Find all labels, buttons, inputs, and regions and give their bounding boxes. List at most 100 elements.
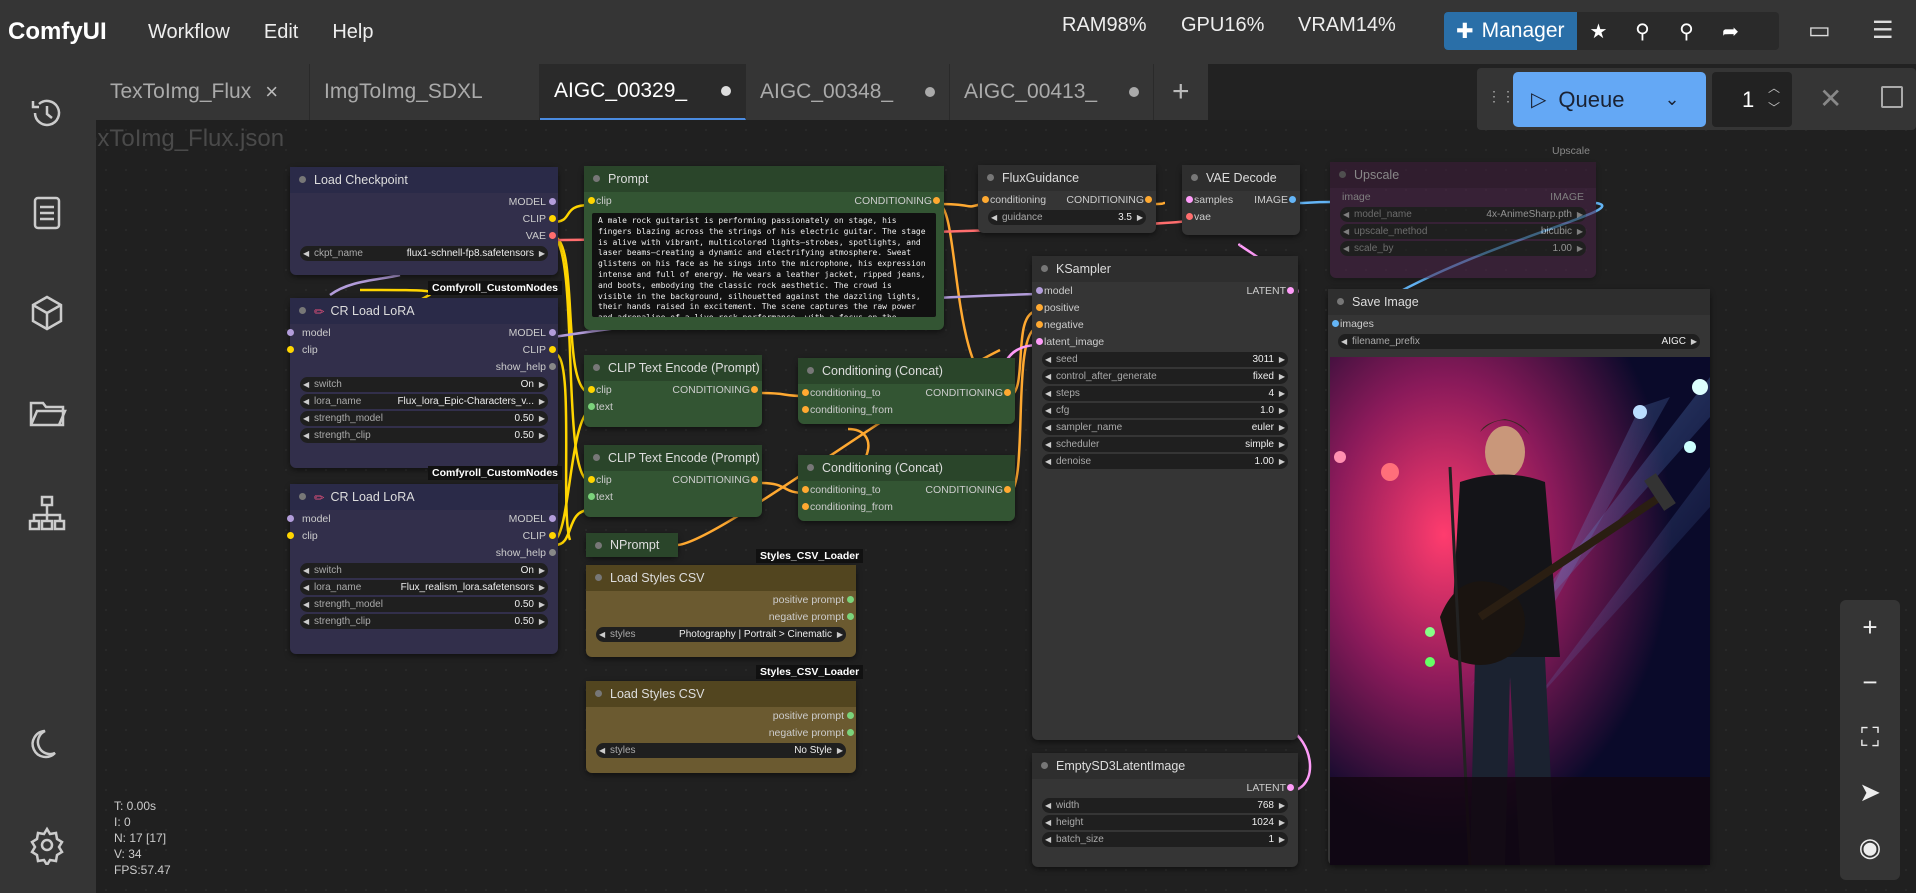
- tab-aigc-00413[interactable]: AIGC_00413_: [950, 64, 1154, 120]
- denoise-widget[interactable]: denoise1.00: [1042, 454, 1288, 469]
- zoom-in-icon[interactable]: +: [1840, 600, 1900, 655]
- node-title[interactable]: Upscale: [1330, 162, 1596, 188]
- styles-widget[interactable]: stylesNo Style: [596, 743, 846, 758]
- node-cr-load-lora[interactable]: ✏ CR Load LoRA model MODEL clip CLIP show_h…: [287, 298, 558, 468]
- node-title[interactable]: ✏ CR Load LoRA: [290, 298, 558, 324]
- guidance-widget[interactable]: guidance3.5: [988, 210, 1146, 225]
- image-preview[interactable]: [1330, 357, 1710, 865]
- node-title[interactable]: FluxGuidance: [978, 165, 1156, 191]
- node-title[interactable]: Save Image: [1328, 289, 1710, 315]
- tab-imgtoimg-sdxl[interactable]: ImgToImg_SDXL: [310, 64, 540, 120]
- stop-icon[interactable]: [1881, 86, 1903, 108]
- close-icon[interactable]: ✕: [1819, 82, 1842, 115]
- lora-name-widget[interactable]: lora_nameFlux_lora_Epic-Characters_v...: [300, 394, 548, 409]
- tab-aigc-00348[interactable]: AIGC_00348_: [746, 64, 950, 120]
- ckpt-name-widget[interactable]: ckpt_nameflux1-schnell-fp8.safetensors: [300, 246, 548, 261]
- tab-aigc-00329[interactable]: AIGC_00329_: [540, 64, 746, 120]
- node-title[interactable]: CLIP Text Encode (Prompt): [584, 445, 762, 471]
- node-title[interactable]: Load Styles CSV: [586, 565, 856, 591]
- gpu-stat: GPU16%: [1181, 14, 1265, 36]
- styles-widget[interactable]: stylesPhotography | Portrait > Cinematic: [596, 627, 846, 642]
- switch-widget[interactable]: switchOn: [300, 377, 548, 392]
- eye-icon[interactable]: ◉: [1840, 820, 1900, 875]
- menu-workflow[interactable]: Workflow: [148, 21, 230, 44]
- node-title[interactable]: Load Styles CSV: [586, 681, 856, 707]
- menu-edit[interactable]: Edit: [264, 21, 298, 44]
- tab-textoimg-flux[interactable]: TexToImg_Flux ×: [96, 64, 310, 120]
- seed-widget[interactable]: seed3011: [1042, 352, 1288, 367]
- node-title[interactable]: Load Checkpoint: [290, 167, 558, 193]
- node-flux-guidance[interactable]: FluxGuidance conditioningCONDITIONING gu…: [978, 165, 1156, 233]
- node-title[interactable]: KSampler: [1032, 256, 1298, 282]
- node-title[interactable]: VAE Decode: [1182, 165, 1300, 191]
- stepper-icon[interactable]: ︿ ﹀: [1768, 78, 1780, 118]
- scale-by-widget[interactable]: scale_by1.00: [1340, 241, 1586, 256]
- node-cr-load-lora[interactable]: ✏ CR Load LoRA model MODEL clip CLIP show_h…: [287, 484, 558, 654]
- node-title[interactable]: CLIP Text Encode (Prompt): [584, 355, 762, 381]
- unsaved-dot-icon: [1129, 87, 1139, 97]
- width-widget[interactable]: width768: [1042, 798, 1288, 813]
- sampler-name-widget[interactable]: sampler_nameeuler: [1042, 420, 1288, 435]
- chevron-down-icon[interactable]: ⌄: [1664, 89, 1679, 110]
- node-title[interactable]: NPrompt: [586, 533, 678, 557]
- left-sidebar: [0, 64, 96, 893]
- star-icon[interactable]: ★: [1577, 12, 1621, 50]
- strength-model-widget[interactable]: strength_model0.50: [300, 411, 548, 426]
- add-tab-button[interactable]: +: [1154, 64, 1208, 120]
- switch-widget[interactable]: switchOn: [300, 563, 548, 578]
- node-conditioning-concat[interactable]: Conditioning (Concat) conditioning_to CON…: [798, 455, 1015, 521]
- node-conditioning-concat[interactable]: Conditioning (Concat) conditioning_to CON…: [798, 358, 1015, 424]
- fit-view-icon[interactable]: ⛶: [1840, 710, 1900, 765]
- node-clip-text-encode[interactable]: CLIP Text Encode (Prompt) clip CONDITIONI…: [584, 355, 762, 427]
- node-title[interactable]: EmptySD3LatentImage: [1032, 753, 1298, 779]
- menu-help[interactable]: Help: [332, 21, 373, 44]
- filename-prefix-widget[interactable]: filename_prefixAIGC: [1338, 334, 1700, 349]
- node-title[interactable]: ✏ CR Load LoRA: [290, 484, 558, 510]
- batch-size-widget[interactable]: batch_size1: [1042, 832, 1288, 847]
- node-title[interactable]: Conditioning (Concat): [798, 358, 1015, 384]
- zoom-out-icon[interactable]: −: [1840, 655, 1900, 710]
- node-library-icon[interactable]: [22, 488, 72, 538]
- steps-widget[interactable]: steps4: [1042, 386, 1288, 401]
- hamburger-menu-icon[interactable]: ☰: [1872, 16, 1894, 45]
- model-icon[interactable]: ⚲: [1621, 12, 1665, 50]
- cfg-widget[interactable]: cfg1.0: [1042, 403, 1288, 418]
- folder-icon[interactable]: [22, 388, 72, 438]
- manager-button[interactable]: ✚ Manager: [1444, 12, 1577, 50]
- node-clip-text-encode[interactable]: CLIP Text Encode (Prompt) clip CONDITIONI…: [584, 445, 762, 517]
- strength-clip-widget[interactable]: strength_clip0.50: [300, 614, 548, 629]
- node-nprompt[interactable]: NPrompt: [586, 533, 678, 557]
- node-upscale[interactable]: Upscale imageIMAGE model_name4x-AnimeSha…: [1330, 162, 1596, 278]
- lora-name-widget[interactable]: lora_nameFlux_realism_lora.safetensors: [300, 580, 548, 595]
- node-title[interactable]: Prompt: [584, 166, 944, 192]
- node-title[interactable]: Conditioning (Concat): [798, 455, 1015, 481]
- queue-button[interactable]: ▷ Queue ⌄: [1513, 72, 1706, 127]
- bottom-panel-icon[interactable]: ▭: [1808, 16, 1831, 45]
- drag-handle-icon[interactable]: ⋮⋮: [1487, 88, 1515, 105]
- node-ksampler[interactable]: KSampler model LATENT positive negative l…: [1032, 256, 1298, 740]
- node-vae-decode[interactable]: VAE Decode samples IMAGE vae: [1182, 165, 1300, 235]
- strength-clip-widget[interactable]: strength_clip0.50: [300, 428, 548, 443]
- model-library-icon[interactable]: [22, 288, 72, 338]
- node-load-checkpoint[interactable]: Load Checkpoint MODEL CLIP VAE ckpt_name…: [290, 167, 558, 275]
- node-load-styles-csv[interactable]: Load Styles CSV positive prompt negative…: [586, 565, 856, 657]
- queue-list-icon[interactable]: [22, 188, 72, 238]
- gear-icon[interactable]: [22, 820, 72, 870]
- node-prompt[interactable]: Prompt clip CONDITIONING A male rock guit…: [584, 166, 944, 330]
- queue-count-input[interactable]: 1 ︿ ﹀: [1712, 72, 1792, 127]
- model-download-icon[interactable]: ⚲: [1665, 12, 1709, 50]
- history-icon[interactable]: [22, 88, 72, 138]
- model-name-widget[interactable]: model_name4x-AnimeSharp.pth: [1340, 207, 1586, 222]
- upscale-method-widget[interactable]: upscale_methodbicubic: [1340, 224, 1586, 239]
- scheduler-widget[interactable]: schedulersimple: [1042, 437, 1288, 452]
- control-after-generate-widget[interactable]: control_after_generatefixed: [1042, 369, 1288, 384]
- close-icon[interactable]: ×: [265, 79, 278, 105]
- node-load-styles-csv[interactable]: Load Styles CSV positive prompt negative…: [586, 681, 856, 773]
- height-widget[interactable]: height1024: [1042, 815, 1288, 830]
- strength-model-widget[interactable]: strength_model0.50: [300, 597, 548, 612]
- moon-icon[interactable]: [22, 720, 72, 770]
- select-mode-icon[interactable]: ➤: [1840, 765, 1900, 820]
- prompt-textarea[interactable]: A male rock guitarist is performing pass…: [592, 213, 936, 317]
- share-icon[interactable]: ➦: [1709, 12, 1753, 50]
- node-empty-sd3-latent-image[interactable]: EmptySD3LatentImage LATENT width768 heig…: [1032, 753, 1298, 867]
